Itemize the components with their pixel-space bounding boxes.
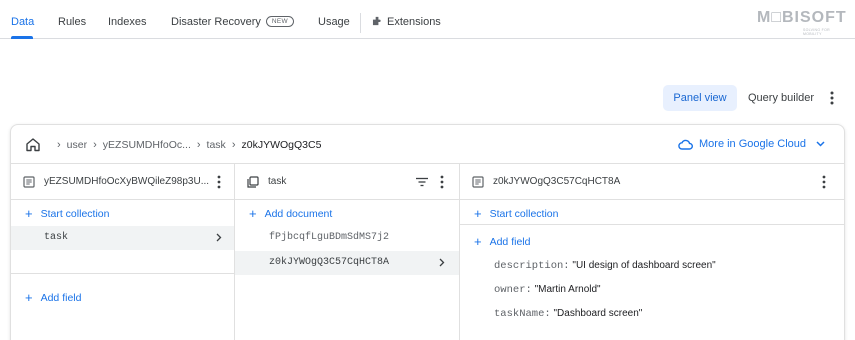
column-header: yEZSUMDHfoOcXyBWQileZ98p3U... [11,164,234,200]
field-key: owner: [494,284,532,296]
plus-icon: + [474,234,482,249]
document-icon [472,176,484,188]
mobisoft-logo: M□BISOFT SOLVING FOR MOBILITY [757,9,847,36]
breadcrumb-document[interactable]: yEZSUMDHfoOc... [103,139,191,151]
column-header: z0kJYWOgQ3C57CqHCT8A [460,164,844,200]
add-document-label: Add document [264,208,333,220]
field-key: description: [494,260,570,272]
start-collection-label: Start collection [40,208,110,220]
document-item-selected[interactable]: z0kJYWOgQ3C57CqHCT8A [269,257,389,268]
tab-disaster-recovery-label: Disaster Recovery [171,16,261,28]
field-value: "Martin Arnold" [534,284,601,295]
more-in-google-cloud-button[interactable]: More in Google Cloud [678,138,831,150]
chevron-right-icon: › [57,139,61,151]
add-document-button[interactable]: + Add document [249,206,332,221]
new-badge: NEW [265,16,294,27]
tab-extensions-label: Extensions [387,16,441,28]
add-field-button[interactable]: + Add field [474,234,530,249]
collection-column: task + Add document fPjbcqfLguBDmSdMS7j2 … [235,164,460,340]
document-item[interactable]: fPjbcqfLguBDmSdMS7j2 [269,232,389,243]
start-collection-button[interactable]: + Start collection [25,206,109,221]
divider [460,224,844,225]
plus-icon: + [474,206,482,221]
tab-divider [360,13,361,33]
chevron-right-icon: › [196,139,201,151]
chevron-right-icon [216,233,222,242]
field-value: "UI design of dashboard screen" [572,260,716,271]
breadcrumb-current[interactable]: z0kJYWOgQ3C5 [241,139,321,151]
panel-view-button[interactable]: Panel view [663,85,737,111]
chevron-right-icon: › [231,139,236,151]
field-row[interactable]: taskName: "Dashboard screen" [494,308,642,320]
extensions-icon [372,16,381,26]
tab-indexes[interactable]: Indexes [108,16,147,28]
cloud-icon [678,139,693,150]
logo-tagline: SOLVING FOR MOBILITY [803,28,830,36]
breadcrumb-user[interactable]: user [67,139,87,151]
column-header: task [235,164,459,200]
plus-icon: + [25,290,33,305]
column-title: task [268,176,287,187]
more-in-google-cloud-label: More in Google Cloud [699,138,807,150]
field-value: "Dashboard screen" [553,308,643,319]
collection-item[interactable]: task [44,232,68,243]
collection-icon [247,176,259,188]
plus-icon: + [25,206,33,221]
field-key: taskName: [494,308,551,320]
tab-extensions[interactable]: Extensions [372,16,441,28]
more-vert-icon[interactable] [822,175,826,189]
logo-text: M□BISOFT [757,9,847,26]
data-panel-card: › user › yEZSUMDHfoOc... › task › z0kJYW… [10,124,845,340]
field-row[interactable]: owner: "Martin Arnold" [494,284,601,296]
top-tab-bar: Data Rules Indexes Disaster Recovery NEW … [0,0,855,39]
query-builder-button[interactable]: Query builder [748,85,814,111]
chevron-down-icon [816,141,825,147]
column-title: z0kJYWOgQ3C57CqHCT8A [493,176,621,187]
add-field-label: Add field [489,236,531,248]
document-icon [23,176,35,188]
add-field-button[interactable]: + Add field [25,290,81,305]
more-vert-icon[interactable] [217,175,221,189]
column-title: yEZSUMDHfoOcXyBWQileZ98p3U... [44,176,210,187]
home-icon[interactable] [25,137,41,152]
breadcrumb-task[interactable]: task [207,139,226,151]
field-row[interactable]: description: "UI design of dashboard scr… [494,260,716,272]
tab-disaster-recovery[interactable]: Disaster Recovery NEW [171,16,294,28]
filter-icon[interactable] [415,177,429,187]
root-document-column: yEZSUMDHfoOcXyBWQileZ98p3U... + Start col… [11,164,235,340]
start-collection-label: Start collection [489,208,559,220]
add-field-label: Add field [40,292,82,304]
tab-data[interactable]: Data [11,16,34,28]
tab-usage[interactable]: Usage [318,16,350,28]
more-vert-icon[interactable] [829,91,835,105]
breadcrumb: › user › yEZSUMDHfoOc... › task › z0kJYW… [51,139,321,151]
start-collection-button[interactable]: + Start collection [474,206,558,221]
more-vert-icon[interactable] [440,175,444,189]
active-tab-indicator [11,36,33,39]
divider [11,273,234,274]
document-column: z0kJYWOgQ3C57CqHCT8A + Start collection +… [460,164,844,340]
chevron-right-icon [439,258,445,267]
plus-icon: + [249,206,257,221]
tab-rules[interactable]: Rules [58,16,86,28]
chevron-right-icon: › [93,139,97,151]
breadcrumb-bar: › user › yEZSUMDHfoOc... › task › z0kJYW… [11,125,844,164]
